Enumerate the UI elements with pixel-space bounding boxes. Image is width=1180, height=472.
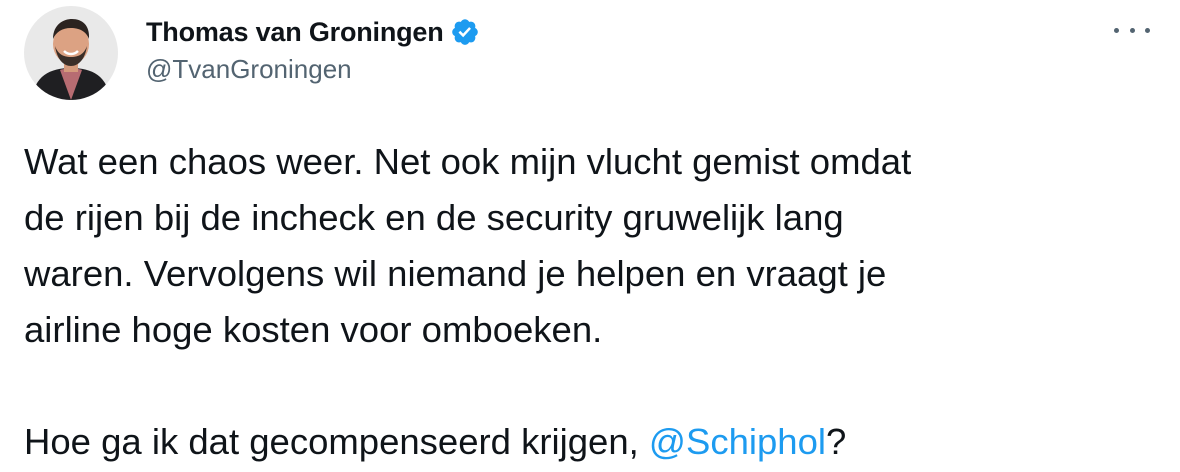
mention-link[interactable]: @Schiphol	[649, 421, 826, 462]
question-mark: ?	[826, 421, 847, 462]
avatar[interactable]	[24, 6, 118, 100]
more-options-icon[interactable]	[1114, 18, 1150, 42]
tweet: Thomas van Groningen @TvanGroningen Wat …	[0, 0, 1180, 472]
name-row: Thomas van Groningen	[146, 14, 480, 50]
tweet-paragraph: Hoe ga ik dat gecompenseerd krijgen, @Sc…	[24, 414, 1154, 470]
tweet-line: airline hoge kosten voor omboeken.	[24, 309, 603, 350]
avatar-image	[24, 6, 118, 100]
more-dot	[1114, 27, 1119, 33]
question-text: Hoe ga ik dat gecompenseerd krijgen,	[24, 421, 649, 462]
more-dot	[1129, 27, 1135, 33]
tweet-header: Thomas van Groningen @TvanGroningen	[0, 0, 1180, 110]
verified-badge-icon	[450, 17, 480, 47]
tweet-text: Wat een chaos weer. Net ook mijn vlucht …	[24, 134, 1154, 470]
tweet-paragraph: Wat een chaos weer. Net ook mijn vlucht …	[24, 134, 1154, 358]
display-name[interactable]: Thomas van Groningen	[146, 17, 444, 48]
handle[interactable]: @TvanGroningen	[146, 54, 352, 85]
more-dot	[1145, 27, 1150, 33]
tweet-line: Wat een chaos weer. Net ook mijn vlucht …	[24, 141, 912, 182]
tweet-line: de rijen bij de incheck en de security g…	[24, 197, 844, 238]
tweet-line: waren. Vervolgens wil niemand je helpen …	[24, 253, 887, 294]
